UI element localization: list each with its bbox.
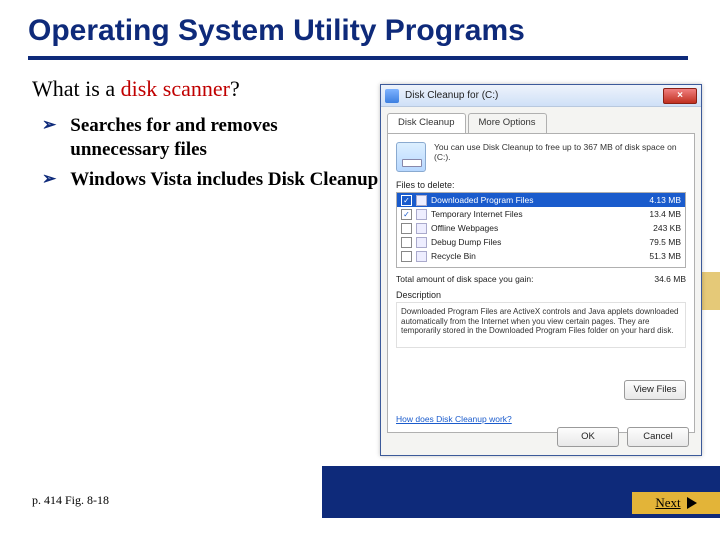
files-to-delete-label: Files to delete: <box>396 180 686 190</box>
drive-icon <box>396 142 426 172</box>
checkbox-icon[interactable]: ✓ <box>401 209 412 220</box>
disk-cleanup-icon <box>385 89 399 103</box>
file-size: 243 KB <box>631 223 681 233</box>
file-name: Offline Webpages <box>431 223 631 233</box>
next-label: Next <box>655 495 680 511</box>
file-icon <box>416 237 427 248</box>
description-box: Downloaded Program Files are ActiveX con… <box>396 302 686 348</box>
checkbox-icon[interactable]: ✓ <box>401 195 412 206</box>
file-name: Debug Dump Files <box>431 237 631 247</box>
checkbox-icon[interactable] <box>401 251 412 262</box>
next-button[interactable]: Next <box>632 492 720 514</box>
dialog-title: Disk Cleanup for (C:) <box>405 90 663 101</box>
files-listbox[interactable]: ✓ Downloaded Program Files 4.13 MB ✓ Tem… <box>396 192 686 268</box>
total-label: Total amount of disk space you gain: <box>396 274 534 284</box>
file-row[interactable]: Debug Dump Files 79.5 MB <box>397 235 685 249</box>
file-icon <box>416 251 427 262</box>
file-row[interactable]: ✓ Temporary Internet Files 13.4 MB <box>397 207 685 221</box>
next-arrow-icon <box>687 497 697 509</box>
file-row[interactable]: Offline Webpages 243 KB <box>397 221 685 235</box>
file-row[interactable]: Recycle Bin 51.3 MB <box>397 249 685 263</box>
view-files-button[interactable]: View Files <box>624 380 686 400</box>
file-name: Downloaded Program Files <box>431 195 631 205</box>
slide-content: What is a disk scanner? ➢ Searches for an… <box>0 60 380 191</box>
bullet-list: ➢ Searches for and removes unnecessary fi… <box>32 114 380 191</box>
total-row: Total amount of disk space you gain: 34.… <box>396 274 686 284</box>
how-does-cleanup-work-link[interactable]: How does Disk Cleanup work? <box>396 414 512 424</box>
file-icon <box>416 223 427 234</box>
file-size: 51.3 MB <box>631 251 681 261</box>
bullet-arrow-icon: ➢ <box>42 114 56 162</box>
dialog-button-row: OK Cancel <box>557 427 689 447</box>
file-icon <box>416 195 427 206</box>
file-size: 79.5 MB <box>631 237 681 247</box>
total-value: 34.6 MB <box>654 274 686 284</box>
dialog-titlebar[interactable]: Disk Cleanup for (C:) × <box>381 85 701 107</box>
bullet-item: ➢ Searches for and removes unnecessary fi… <box>32 114 380 162</box>
description-label: Description <box>396 290 686 300</box>
tab-panel: You can use Disk Cleanup to free up to 3… <box>387 133 695 433</box>
tab-more-options[interactable]: More Options <box>468 113 547 133</box>
file-size: 4.13 MB <box>631 195 681 205</box>
bullet-arrow-icon: ➢ <box>42 168 56 192</box>
checkbox-icon[interactable] <box>401 237 412 248</box>
file-row[interactable]: ✓ Downloaded Program Files 4.13 MB <box>397 193 685 207</box>
bullet-text: Windows Vista includes Disk Cleanup <box>70 168 378 192</box>
intro-row: You can use Disk Cleanup to free up to 3… <box>396 142 686 172</box>
checkbox-icon[interactable] <box>401 223 412 234</box>
intro-text: You can use Disk Cleanup to free up to 3… <box>434 142 686 172</box>
tab-row: Disk Cleanup More Options <box>387 113 701 133</box>
question-key: disk scanner <box>121 76 230 101</box>
page-reference: p. 414 Fig. 8-18 <box>32 493 109 508</box>
tab-disk-cleanup[interactable]: Disk Cleanup <box>387 113 466 133</box>
disk-cleanup-dialog: Disk Cleanup for (C:) × Disk Cleanup Mor… <box>380 84 702 456</box>
question-prefix: What is a <box>32 76 121 101</box>
ok-button[interactable]: OK <box>557 427 619 447</box>
file-name: Temporary Internet Files <box>431 209 631 219</box>
bullet-text: Searches for and removes unnecessary fil… <box>70 114 380 162</box>
bullet-item: ➢ Windows Vista includes Disk Cleanup <box>32 168 380 192</box>
file-name: Recycle Bin <box>431 251 631 261</box>
cancel-button[interactable]: Cancel <box>627 427 689 447</box>
slide-question: What is a disk scanner? <box>32 76 380 102</box>
question-suffix: ? <box>230 76 240 101</box>
close-button[interactable]: × <box>663 88 697 104</box>
file-icon <box>416 209 427 220</box>
slide-title: Operating System Utility Programs <box>0 0 720 56</box>
file-size: 13.4 MB <box>631 209 681 219</box>
